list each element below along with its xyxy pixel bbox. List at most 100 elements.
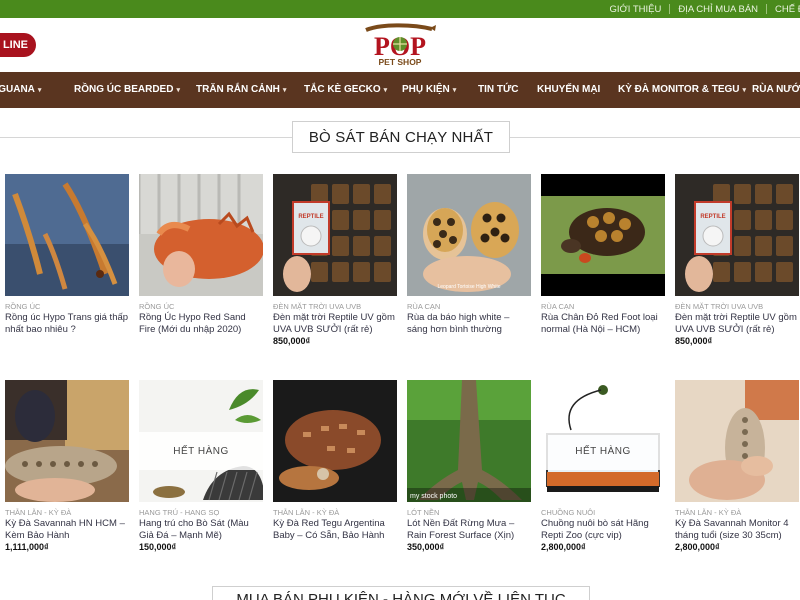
product-title[interactable]: Đèn mặt trời Reptile UV gồm UVA UVB SƯỞI… (273, 312, 397, 335)
chevron-down-icon: ▾ (383, 86, 388, 94)
product-title[interactable]: Đèn mặt trời Reptile UV gồm UVA UVB SƯỞI… (675, 312, 799, 335)
product-photo (5, 380, 129, 502)
product-image[interactable] (5, 174, 129, 296)
top-links: GIỚI THIỆU ĐỊA CHỈ MUA BÁN CHẾ ĐỘ (602, 0, 800, 18)
nav-item[interactable]: KỲ ĐÀ MONITOR & TEGU ▾ (618, 84, 746, 95)
product-title[interactable]: Kỳ Đà Red Tegu Argentina Baby – Có Sẵn, … (273, 518, 397, 541)
section-title: BÒ SÁT BÁN CHẠY NHẤT (292, 121, 510, 153)
product-image[interactable] (139, 174, 263, 296)
top-bar: GIỚI THIỆU ĐỊA CHỈ MUA BÁN CHẾ ĐỘ (0, 0, 800, 18)
product-image[interactable] (675, 380, 799, 502)
product-category[interactable]: THẰN LẰN - KỲ ĐÀ (273, 508, 339, 517)
product-image[interactable] (5, 380, 129, 502)
product-card[interactable]: HẾT HÀNG HANG TRÚ - HANG SỌ Hang trú cho B… (139, 380, 263, 555)
product-price: 850,000₫ (675, 336, 713, 346)
product-price: 2,800,000₫ (675, 542, 720, 552)
product-title[interactable]: Rùa Chân Đỏ Red Foot loại normal (Hà Nội… (541, 312, 665, 335)
product-photo (541, 174, 665, 296)
sold-out-badge: HẾT HÀNG (139, 432, 263, 470)
product-card[interactable]: REPTILE ĐÈN MẶT TRỜI UVA UVB Đèn mặt trời… (675, 174, 799, 349)
product-title[interactable]: Hang trú cho Bò Sát (Màu Giả Đá – Mạnh M… (139, 518, 263, 541)
product-title[interactable]: Kỳ Đà Savannah HN HCM – Kèm Bảo Hành (5, 518, 129, 541)
nav-item[interactable]: TRĂN RẮN CẢNH ▾ (196, 84, 286, 95)
product-image[interactable]: Leopard Tortoise High White (407, 174, 531, 296)
logo-graphic: POP PET SHOP (365, 23, 436, 67)
chevron-down-icon: ▾ (742, 86, 746, 94)
nav-item[interactable]: Ỳ IGUANA▾ (0, 84, 41, 95)
nav-item-label: TIN TỨC (478, 84, 519, 95)
product-card[interactable]: RỒNG ÚC Rồng úc Hypo Trans giá thấp nhất … (5, 174, 129, 349)
product-category[interactable]: ĐÈN MẶT TRỜI UVA UVB (675, 302, 763, 311)
nav-item[interactable]: TẮC KÈ GECKO ▾ (304, 84, 387, 95)
nav-item[interactable]: RÙA NƯỚC (752, 84, 800, 95)
chevron-down-icon: ▾ (452, 86, 457, 94)
chevron-down-icon: ▾ (176, 86, 180, 94)
nav-item[interactable]: TIN TỨC (478, 84, 519, 95)
site-logo[interactable]: POP PET SHOP (360, 22, 440, 68)
product-card[interactable]: my stock photo LÓT NỀN Lót Nền Đất Rừng Mư… (407, 380, 531, 555)
product-category[interactable]: ĐÈN MẶT TRỜI UVA UVB (273, 302, 361, 311)
product-title[interactable]: Rồng úc Hypo Trans giá thấp nhất bao nhi… (5, 312, 129, 335)
nav-item-label: TRĂN RẮN CẢNH (196, 84, 280, 95)
nav-item-label: RÙA NƯỚC (752, 84, 800, 95)
top-link-policy[interactable]: CHẾ ĐỘ (767, 4, 800, 15)
product-photo (5, 174, 129, 296)
product-card[interactable]: Leopard Tortoise High White RÙA CẠN Rùa da… (407, 174, 531, 349)
product-card[interactable]: THẰN LẰN - KỲ ĐÀ Kỳ Đà Savannah Monitor 4… (675, 380, 799, 555)
product-photo: Leopard Tortoise High White (407, 174, 531, 296)
product-image[interactable]: HẾT HÀNG (541, 380, 665, 502)
product-price: 150,000₫ (139, 542, 177, 552)
svg-text:Leopard Tortoise High White: Leopard Tortoise High White (438, 284, 501, 290)
product-card[interactable]: RÙA CẠN Rùa Chân Đỏ Red Foot loại normal … (541, 174, 665, 349)
top-link-about[interactable]: GIỚI THIỆU (602, 4, 670, 15)
product-title[interactable]: Lót Nền Đất Rừng Mưa – Rain Forest Surfa… (407, 518, 531, 541)
product-photo (139, 174, 263, 296)
product-category[interactable]: RÙA CẠN (407, 302, 440, 311)
product-card[interactable]: THẰN LẰN - KỲ ĐÀ Kỳ Đà Savannah HN HCM – … (5, 380, 129, 555)
product-price: 2,800,000₫ (541, 542, 586, 552)
product-title[interactable]: Rùa da báo high white – sáng hơn bình th… (407, 312, 531, 335)
header: LINE POP PET SHOP (0, 18, 800, 72)
main-nav: Ỳ IGUANA▾RỒNG ÚC BEARDED▾TRĂN RẮN CẢNH▾T… (0, 72, 800, 108)
nav-item[interactable]: RỒNG ÚC BEARDED ▾ (74, 84, 180, 95)
nav-item-label: PHỤ KIỆN (402, 84, 450, 95)
product-card[interactable]: HẾT HÀNG CHUỒNG NUÔI Chuồng nuôi bò sát Hã… (541, 380, 665, 555)
product-image[interactable]: REPTILE (675, 174, 799, 296)
product-card[interactable]: THẰN LẰN - KỲ ĐÀ Kỳ Đà Red Tegu Argentina… (273, 380, 397, 555)
product-category[interactable]: THẰN LẰN - KỲ ĐÀ (5, 508, 71, 517)
sold-out-badge: HẾT HÀNG (541, 432, 665, 470)
nav-item[interactable]: PHỤ KIỆN ▾ (402, 84, 456, 95)
product-image[interactable]: REPTILE (273, 174, 397, 296)
product-category[interactable]: RÙA CẠN (541, 302, 574, 311)
product-price: 350,000₫ (407, 542, 445, 552)
top-link-address[interactable]: ĐỊA CHỈ MUA BÁN (670, 4, 766, 15)
nav-item[interactable]: KHUYẾN MẠI (537, 84, 600, 95)
nav-item-label: Ỳ IGUANA (0, 84, 35, 95)
product-category[interactable]: RỒNG ÚC (5, 302, 40, 311)
section-divider-right (510, 137, 800, 138)
product-card[interactable]: REPTILE ĐÈN MẶT TRỜI UVA UVB Đèn mặt trời… (273, 174, 397, 349)
nav-item-label: TẮC KÈ GECKO (304, 84, 381, 95)
product-title[interactable]: Chuồng nuôi bò sát Hãng Repti Zoo (cực v… (541, 518, 665, 541)
product-image[interactable] (541, 174, 665, 296)
product-image[interactable]: my stock photo (407, 380, 531, 502)
section-divider-left (0, 137, 292, 138)
nav-item-label: RỒNG ÚC BEARDED (74, 84, 174, 95)
product-price: 1,111,000₫ (5, 542, 49, 552)
chevron-down-icon: ▾ (37, 86, 42, 94)
product-image[interactable]: HẾT HÀNG (139, 380, 263, 502)
online-button[interactable]: LINE (0, 33, 36, 57)
product-category[interactable]: RỒNG ÚC (139, 302, 174, 311)
product-image[interactable] (273, 380, 397, 502)
svg-text:REPTILE: REPTILE (700, 214, 725, 220)
product-card[interactable]: RỒNG ÚC Rồng Úc Hypo Red Sand Fire (Mới d… (139, 174, 263, 349)
product-title[interactable]: Kỳ Đà Savannah Monitor 4 tháng tuổi (siz… (675, 518, 799, 541)
product-category[interactable]: HANG TRÚ - HANG SỌ (139, 508, 219, 517)
product-photo (675, 380, 799, 502)
product-category[interactable]: LÓT NỀN (407, 508, 439, 517)
product-title[interactable]: Rồng Úc Hypo Red Sand Fire (Mới du nhập … (139, 312, 263, 335)
product-category[interactable]: CHUỒNG NUÔI (541, 508, 595, 517)
nav-item-label: KHUYẾN MẠI (537, 84, 601, 95)
product-price: 850,000₫ (273, 336, 311, 346)
product-category[interactable]: THẰN LẰN - KỲ ĐÀ (675, 508, 741, 517)
